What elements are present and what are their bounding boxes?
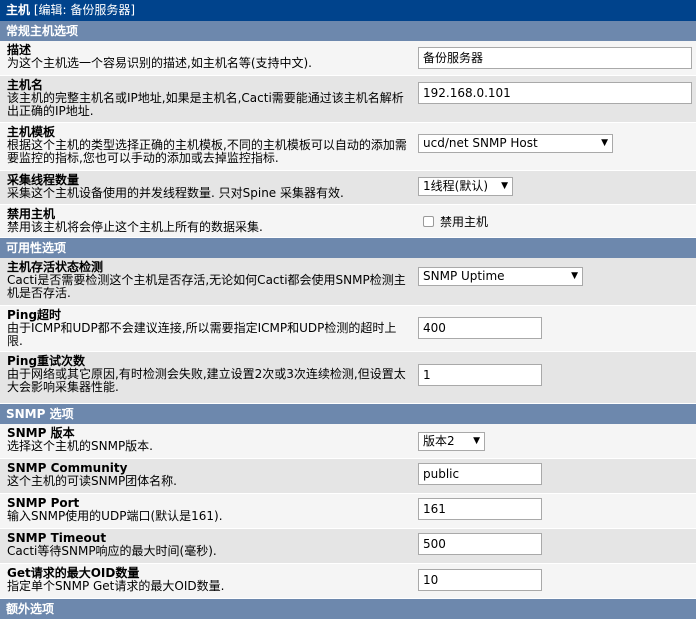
row-snmp-version: SNMP 版本 选择这个主机的SNMP版本. 版本2 ▼ bbox=[0, 424, 696, 459]
field-desc: 由于网络或其它原因,有时检测会失败,建立设置2次或3次连续检测,但设置太大会影响… bbox=[7, 367, 406, 394]
checkbox-label: 禁用主机 bbox=[440, 215, 489, 229]
row-disable-host: 禁用主机 禁用该主机将会停止这个主机上所有的数据采集. 禁用主机 bbox=[0, 205, 696, 238]
select-value: SNMP Uptime bbox=[423, 269, 505, 283]
section-additional: 额外选项 bbox=[0, 599, 696, 619]
field-desc: 输入SNMP使用的UDP端口(默认是161). bbox=[7, 509, 223, 523]
row-threads: 采集线程数量 采集这个主机设备使用的并发线程数量. 只对Spine 采集器有效. … bbox=[0, 171, 696, 205]
max-oids-input[interactable]: 10 bbox=[418, 569, 542, 591]
row-ping-timeout: Ping超时 由于ICMP和UDP都不会建议连接,所以需要指定ICMP和UDP检测… bbox=[0, 306, 696, 352]
row-max-oids: Get请求的最大OID数量 指定单个SNMP Get请求的最大OID数量. 10 bbox=[0, 564, 696, 599]
field-desc: Cacti等待SNMP响应的最大时间(毫秒). bbox=[7, 544, 217, 558]
description-input[interactable]: 备份服务器 bbox=[418, 47, 692, 69]
field-desc: 选择这个主机的SNMP版本. bbox=[7, 439, 153, 453]
host-template-select[interactable]: ucd/net SNMP Host ▼ bbox=[418, 134, 613, 153]
select-value: 1线程(默认) bbox=[423, 179, 488, 193]
checkbox-icon[interactable] bbox=[423, 216, 434, 227]
field-desc: 该主机的完整主机名或IP地址,如果是主机名,Cacti需要能通过该主机名解析出正… bbox=[7, 91, 404, 118]
row-hostname: 主机名 该主机的完整主机名或IP地址,如果是主机名,Cacti需要能通过该主机名解… bbox=[0, 76, 696, 123]
availability-method-select[interactable]: SNMP Uptime ▼ bbox=[418, 267, 583, 286]
page-title-bar: 主机 [编辑: 备份服务器] bbox=[0, 0, 696, 21]
chevron-down-icon: ▼ bbox=[571, 271, 578, 281]
threads-select[interactable]: 1线程(默认) ▼ bbox=[418, 177, 513, 196]
field-desc: Cacti是否需要检测这个主机是否存活,无论如何Cacti都会使用SNMP检测主… bbox=[7, 273, 406, 300]
row-host-template: 主机模板 根据这个主机的类型选择正确的主机模板,不同的主机模板可以自动的添加需要监… bbox=[0, 123, 696, 171]
row-snmp-timeout: SNMP Timeout Cacti等待SNMP响应的最大时间(毫秒). 500 bbox=[0, 529, 696, 564]
section-availability: 可用性选项 bbox=[0, 238, 696, 258]
field-desc: 根据这个主机的类型选择正确的主机模板,不同的主机模板可以自动的添加需要监控的指标… bbox=[7, 138, 407, 165]
section-snmp: SNMP 选项 bbox=[0, 404, 696, 424]
snmp-port-input[interactable]: 161 bbox=[418, 498, 542, 520]
field-desc: 为这个主机选一个容易识别的描述,如主机名等(支持中文). bbox=[7, 56, 312, 70]
ping-retries-input[interactable]: 1 bbox=[418, 364, 542, 386]
row-description: 描述 为这个主机选一个容易识别的描述,如主机名等(支持中文). 备份服务器 bbox=[0, 41, 696, 76]
row-availability-method: 主机存活状态检测 Cacti是否需要检测这个主机是否存活,无论如何Cacti都会使… bbox=[0, 258, 696, 306]
field-desc: 禁用该主机将会停止这个主机上所有的数据采集. bbox=[7, 220, 263, 234]
chevron-down-icon: ▼ bbox=[601, 138, 608, 148]
chevron-down-icon: ▼ bbox=[501, 181, 508, 191]
hostname-input[interactable]: 192.168.0.101 bbox=[418, 82, 692, 104]
row-ping-retries: Ping重试次数 由于网络或其它原因,有时检测会失败,建立设置2次或3次连续检测,… bbox=[0, 352, 696, 404]
snmp-version-select[interactable]: 版本2 ▼ bbox=[418, 432, 485, 451]
row-snmp-community: SNMP Community 这个主机的可读SNMP团体名称. public bbox=[0, 459, 696, 494]
row-snmp-port: SNMP Port 输入SNMP使用的UDP端口(默认是161). 161 bbox=[0, 494, 696, 529]
page-subtitle: [编辑: 备份服务器] bbox=[33, 3, 136, 17]
snmp-community-input[interactable]: public bbox=[418, 463, 542, 485]
field-desc: 由于ICMP和UDP都不会建议连接,所以需要指定ICMP和UDP检测的超时上限. bbox=[7, 321, 397, 348]
field-desc: 这个主机的可读SNMP团体名称. bbox=[7, 474, 177, 488]
page-title: 主机 bbox=[6, 3, 31, 17]
snmp-timeout-input[interactable]: 500 bbox=[418, 533, 542, 555]
select-value: ucd/net SNMP Host bbox=[423, 136, 538, 150]
field-desc: 指定单个SNMP Get请求的最大OID数量. bbox=[7, 579, 225, 593]
chevron-down-icon: ▼ bbox=[473, 436, 480, 446]
disable-host-checkbox[interactable]: 禁用主机 bbox=[423, 213, 488, 230]
field-desc: 采集这个主机设备使用的并发线程数量. 只对Spine 采集器有效. bbox=[7, 186, 344, 200]
ping-timeout-input[interactable]: 400 bbox=[418, 317, 542, 339]
select-value: 版本2 bbox=[423, 434, 455, 448]
section-general: 常规主机选项 bbox=[0, 21, 696, 41]
